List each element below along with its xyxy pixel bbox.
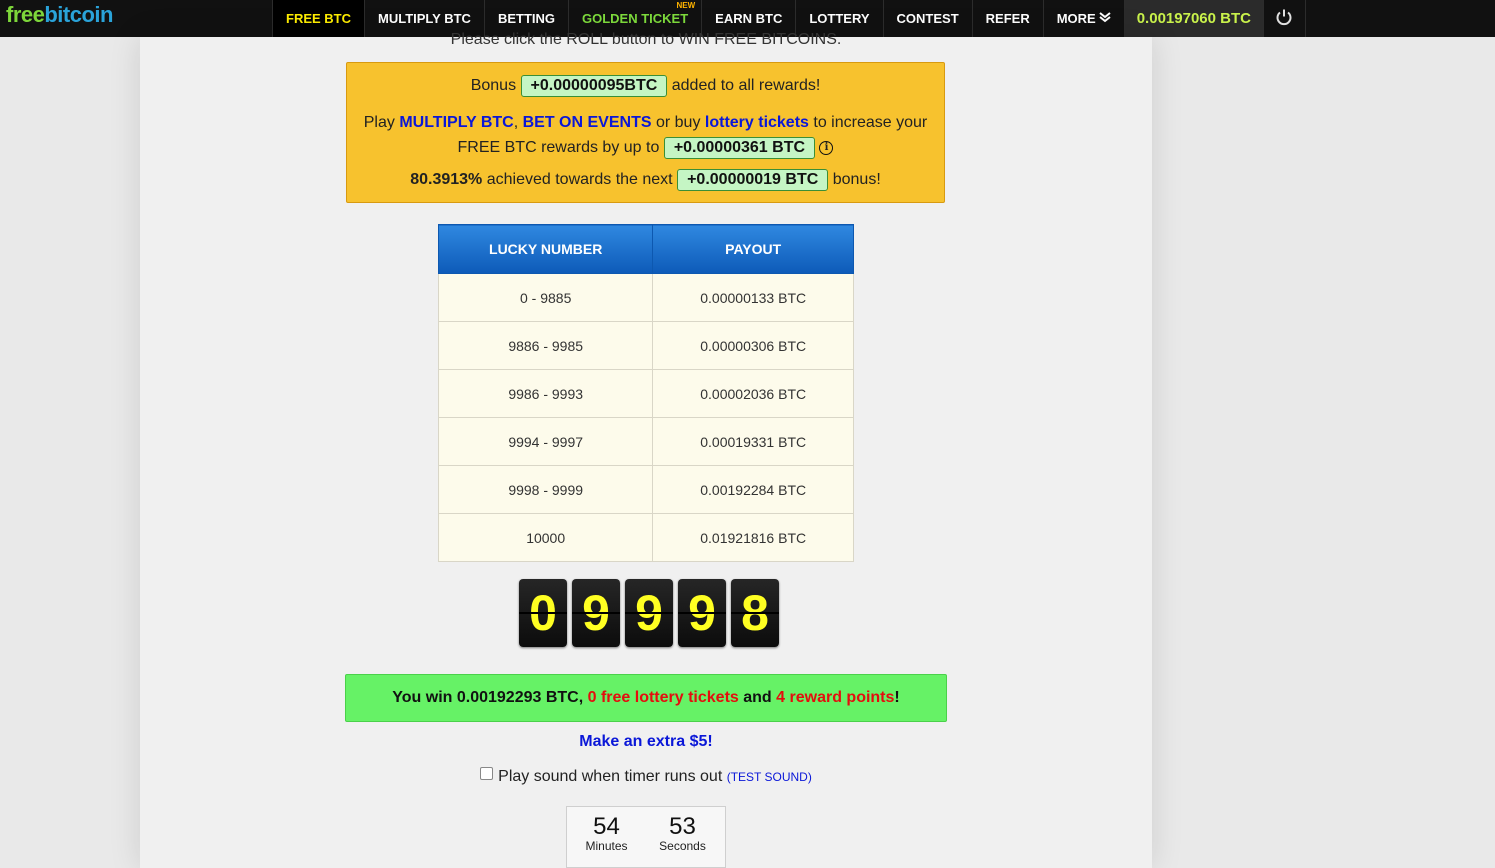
balance-value: 0.00197060 BTC [1136, 10, 1251, 27]
roll-digit: 8 [731, 579, 779, 647]
roll-result-digits: 0 9 9 9 8 [519, 579, 779, 647]
timer-seconds: 53 Seconds [643, 813, 722, 854]
next-bonus-pill: +0.00000019 BTC [677, 169, 829, 191]
payout-cell: 0.00000306 BTC [652, 321, 854, 370]
nav-label: GOLDEN TICKET [582, 11, 689, 26]
table-row: 9986 - 9993 0.00002036 BTC [437, 369, 854, 418]
payout-cell: 0.00019331 BTC [652, 417, 854, 466]
seconds-value: 53 [669, 813, 696, 840]
or-buy-text: or buy [655, 114, 701, 131]
power-icon [1275, 8, 1293, 29]
reward-points-won: 4 reward points [776, 689, 895, 706]
roll-instruction-text: Please click the ROLL button to WIN FREE… [450, 31, 842, 48]
timer-minutes: 54 Minutes [567, 813, 646, 854]
comma: , [513, 114, 519, 131]
logo-part-free: free [6, 2, 45, 27]
table-row: 0 - 9885 0.00000133 BTC [437, 273, 854, 322]
play-text: Play [363, 114, 395, 131]
lucky-range-cell: 9998 - 9999 [437, 465, 654, 514]
main-panel: Please click the ROLL button to WIN FREE… [140, 31, 1152, 868]
bonus-amount-pill: +0.00000095BTC [520, 75, 668, 97]
payout-header: PAYOUT [652, 224, 854, 274]
sound-option: Play sound when timer runs out (TEST SOU… [140, 767, 1152, 786]
new-badge: NEW [676, 1, 696, 10]
minutes-label: Minutes [585, 839, 628, 853]
lucky-range-cell: 0 - 9885 [437, 273, 654, 322]
play-sound-label: Play sound when timer runs out [498, 768, 723, 785]
achieved-line: 80.3913% achieved towards the next +0.00… [347, 169, 944, 191]
table-row: 10000 0.01921816 BTC [437, 513, 854, 562]
payout-table: LUCKY NUMBER PAYOUT 0 - 9885 0.00000133 B… [437, 224, 854, 562]
payout-cell: 0.00000133 BTC [652, 273, 854, 322]
test-sound-link[interactable]: (TEST SOUND) [727, 770, 812, 784]
bonus-line: Bonus +0.00000095BTC added to all reward… [347, 75, 944, 97]
roll-digit: 0 [519, 579, 567, 647]
table-header-row: LUCKY NUMBER PAYOUT [437, 224, 854, 274]
lucky-range-cell: 10000 [437, 513, 654, 562]
achieved-percent: 80.3913% [410, 171, 483, 188]
increase-text: to increase your [813, 114, 928, 131]
lucky-range-cell: 9986 - 9993 [437, 369, 654, 418]
payout-cell: 0.00002036 BTC [652, 369, 854, 418]
nav-label: CONTEST [896, 11, 959, 26]
table-row: 9994 - 9997 0.00019331 BTC [437, 417, 854, 466]
info-icon[interactable]: i [819, 140, 834, 155]
minutes-value: 54 [593, 813, 620, 840]
free-btc-text: FREE BTC rewards by up to [457, 139, 660, 156]
bonus-word: bonus! [832, 171, 881, 188]
make-extra-link[interactable]: Make an extra $5! [140, 733, 1152, 751]
site-logo[interactable]: freebitcoin [6, 2, 113, 28]
lottery-tickets-won: 0 free lottery tickets [587, 689, 739, 706]
nav-label: MORE [1056, 11, 1096, 26]
nav-label: FREE BTC [286, 11, 351, 26]
roll-digit: 9 [625, 579, 673, 647]
nav-label: BETTING [497, 11, 555, 26]
increase-rewards-text: Play MULTIPLY BTC, BET ON EVENTS or buy … [347, 110, 944, 160]
logo-part-bitcoin: bitcoin [44, 2, 113, 27]
nav-label: EARN BTC [715, 11, 783, 26]
bet-on-events-link[interactable]: BET ON EVENTS [523, 114, 652, 131]
exclamation: ! [894, 689, 900, 706]
lottery-tickets-link[interactable]: lottery tickets [705, 114, 809, 131]
logout-button[interactable] [1264, 0, 1306, 37]
max-bonus-pill: +0.00000361 BTC [663, 137, 816, 159]
table-row: 9998 - 9999 0.00192284 BTC [437, 465, 854, 514]
payout-cell: 0.01921816 BTC [652, 513, 854, 562]
win-message-banner: You win 0.00192293 BTC, 0 free lottery t… [345, 674, 947, 722]
lucky-number-header: LUCKY NUMBER [437, 224, 654, 274]
nav-label: REFER [985, 11, 1030, 26]
table-row: 9886 - 9985 0.00000306 BTC [437, 321, 854, 370]
lucky-range-cell: 9994 - 9997 [437, 417, 654, 466]
play-sound-checkbox[interactable] [480, 767, 494, 781]
bonus-box: Bonus +0.00000095BTC added to all reward… [346, 62, 945, 203]
bonus-suffix: added to all rewards! [671, 77, 821, 94]
nav-label: MULTIPLY BTC [378, 11, 471, 26]
roll-digit: 9 [572, 579, 620, 647]
seconds-label: Seconds [659, 839, 706, 853]
lucky-range-cell: 9886 - 9985 [437, 321, 654, 370]
payout-cell: 0.00192284 BTC [652, 465, 854, 514]
multiply-btc-link[interactable]: MULTIPLY BTC [399, 114, 513, 131]
bonus-prefix: Bonus [470, 77, 517, 94]
double-chevron-down-icon [1099, 11, 1111, 26]
nav-label: LOTTERY [809, 11, 870, 26]
and-text: and [743, 689, 772, 706]
roll-digit: 9 [678, 579, 726, 647]
achieved-text: achieved towards the next [486, 171, 673, 188]
win-amount-text: You win 0.00192293 BTC, [392, 689, 584, 706]
countdown-timer: 54 Minutes 53 Seconds [566, 806, 726, 868]
